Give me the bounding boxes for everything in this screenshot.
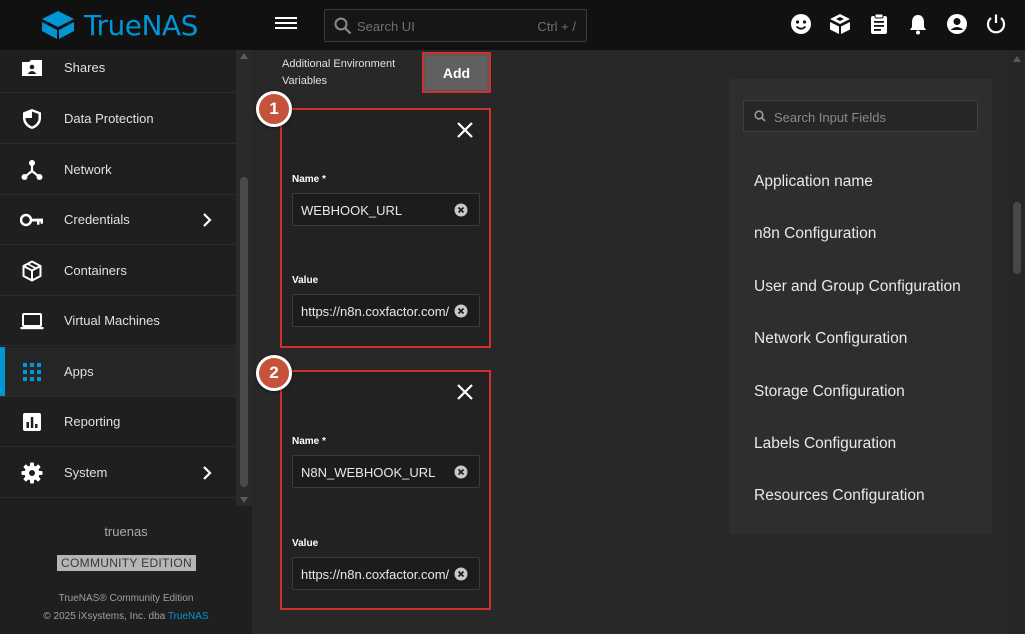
search-placeholder: Search UI: [357, 19, 415, 34]
sidebar-item-network[interactable]: Network: [0, 145, 236, 195]
sidebar: Shares Data Protection Network Credentia…: [0, 50, 252, 634]
clear-input-icon[interactable]: [454, 203, 468, 217]
env-vars-label: Additional Environment Variables: [282, 58, 396, 87]
alerts-icon[interactable]: [907, 12, 929, 36]
sidebar-item-shares[interactable]: Shares: [0, 50, 236, 93]
sidebar-item-reporting[interactable]: Reporting: [0, 397, 236, 447]
shares-icon: [20, 56, 44, 80]
header-actions: [790, 12, 1007, 36]
value-input-value: https://n8n.coxfactor.com/: [301, 567, 450, 582]
section-link-storage-configuration[interactable]: Storage Configuration: [754, 383, 905, 401]
jobs-icon[interactable]: [868, 12, 890, 36]
sidebar-item-containers[interactable]: Containers: [0, 246, 236, 296]
apps-grid-icon: [20, 360, 44, 384]
cube-icon: [20, 259, 44, 283]
env-var-entry: Name * WEBHOOK_URL Value https://n8n.cox…: [280, 108, 491, 348]
key-icon: [20, 208, 44, 232]
laptop-icon: [20, 309, 44, 333]
name-field-label: Name *: [292, 174, 326, 185]
brand-name: TrueNAS: [84, 8, 198, 42]
sidebar-item-system[interactable]: System: [0, 448, 236, 498]
sidebar-item-label: Apps: [64, 364, 94, 379]
global-search-input[interactable]: Search UI Ctrl + /: [324, 9, 587, 42]
step-badge: 2: [256, 355, 292, 391]
section-link-n8n-configuration[interactable]: n8n Configuration: [754, 225, 876, 243]
truecommand-icon[interactable]: [829, 12, 851, 36]
sidebar-scrollbar[interactable]: [236, 50, 252, 506]
edition-badge: COMMUNITY EDITION: [57, 555, 196, 571]
clear-input-icon[interactable]: [454, 465, 468, 479]
copyright-text: © 2025 iXsystems, Inc. dba: [43, 611, 166, 622]
section-link-application-name[interactable]: Application name: [754, 173, 873, 191]
env-var-entry: Name * N8N_WEBHOOK_URL Value https://n8n…: [280, 370, 491, 610]
name-field-label: Name *: [292, 436, 326, 447]
truenas-link[interactable]: TrueNAS: [168, 611, 209, 622]
value-input-value: https://n8n.coxfactor.com/: [301, 304, 450, 319]
chevron-right-icon: [203, 212, 212, 227]
sidebar-item-virtual-machines[interactable]: Virtual Machines: [0, 296, 236, 346]
search-input-fields[interactable]: Search Input Fields: [743, 100, 978, 132]
scrollbar-thumb[interactable]: [240, 177, 248, 487]
network-icon: [20, 158, 44, 182]
value-field-label: Value: [292, 538, 319, 549]
sidebar-item-label: Virtual Machines: [64, 313, 160, 328]
scroll-up-arrow-icon[interactable]: [240, 53, 248, 59]
scroll-down-arrow-icon[interactable]: [240, 497, 248, 503]
scroll-up-arrow-icon[interactable]: [1013, 56, 1021, 62]
sidebar-item-label: Reporting: [64, 414, 121, 429]
clear-input-icon[interactable]: [454, 304, 468, 318]
value-field-label: Value: [292, 275, 319, 286]
search-shortcut: Ctrl + /: [537, 19, 576, 34]
name-input-value: WEBHOOK_URL: [301, 203, 403, 218]
close-icon[interactable]: [456, 121, 474, 139]
clear-input-icon[interactable]: [454, 567, 468, 581]
sidebar-item-apps[interactable]: Apps: [0, 347, 236, 397]
sidebar-item-label: Network: [64, 162, 112, 177]
gear-icon: [20, 461, 44, 485]
value-input[interactable]: https://n8n.coxfactor.com/: [292, 557, 480, 590]
feedback-icon[interactable]: [790, 12, 812, 36]
top-bar: TrueNAS Search UI Ctrl + /: [0, 0, 1025, 50]
name-input[interactable]: WEBHOOK_URL: [292, 193, 480, 226]
sidebar-item-label: Shares: [64, 60, 106, 75]
chart-icon: [20, 410, 44, 434]
section-link-user-group-configuration[interactable]: User and Group Configuration: [754, 278, 961, 296]
sidebar-item-label: Credentials: [64, 212, 130, 227]
sidebar-nav: Shares Data Protection Network Credentia…: [0, 50, 236, 506]
step-badge: 1: [256, 91, 292, 127]
scrollbar-thumb[interactable]: [1013, 202, 1021, 274]
hostname: truenas: [104, 524, 148, 539]
section-link-network-configuration[interactable]: Network Configuration: [754, 330, 907, 348]
account-icon[interactable]: [946, 12, 968, 36]
form-sections-panel: Search Input Fields Application name n8n…: [729, 79, 992, 534]
truenas-logo-icon: [42, 11, 74, 39]
search-icon: [754, 110, 766, 122]
menu-toggle-button[interactable]: [275, 14, 297, 36]
sidebar-item-credentials[interactable]: Credentials: [0, 195, 236, 245]
name-input[interactable]: N8N_WEBHOOK_URL: [292, 455, 480, 488]
add-button-label: Add: [426, 56, 487, 89]
section-link-resources-configuration[interactable]: Resources Configuration: [754, 487, 925, 505]
search-icon: [334, 17, 352, 35]
chevron-right-icon: [203, 465, 212, 480]
close-icon[interactable]: [456, 383, 474, 401]
sidebar-item-label: Data Protection: [64, 111, 154, 126]
truenas-logo[interactable]: TrueNAS: [40, 8, 198, 42]
add-env-var-button[interactable]: Add: [422, 52, 491, 93]
main-scrollbar[interactable]: [1009, 50, 1025, 634]
footer-edition-text: TrueNAS® Community Edition: [58, 593, 194, 604]
section-link-labels-configuration[interactable]: Labels Configuration: [754, 435, 896, 453]
sidebar-item-label: Containers: [64, 263, 127, 278]
value-input[interactable]: https://n8n.coxfactor.com/: [292, 294, 480, 327]
sidebar-item-label: System: [64, 465, 108, 480]
search-fields-placeholder: Search Input Fields: [774, 110, 887, 125]
sidebar-item-data-protection[interactable]: Data Protection: [0, 94, 236, 144]
shield-icon: [20, 107, 44, 131]
footer-copyright: © 2025 iXsystems, Inc. dba TrueNAS: [0, 611, 252, 622]
power-icon[interactable]: [985, 12, 1007, 36]
name-input-value: N8N_WEBHOOK_URL: [301, 465, 436, 480]
